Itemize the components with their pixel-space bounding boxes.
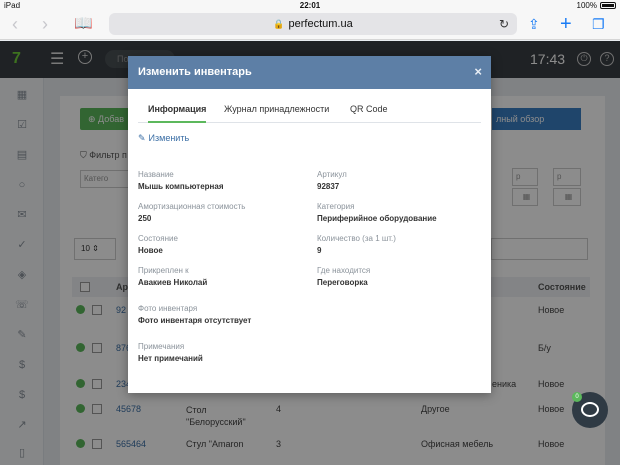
lock-icon: 🔒	[273, 19, 285, 29]
field-label: Категория	[317, 202, 355, 211]
pencil-icon: ✎	[138, 133, 146, 143]
new-tab-icon[interactable]: +	[560, 13, 572, 35]
bookmarks-icon[interactable]: 📖	[74, 13, 93, 35]
field-value: Периферийное оборудование	[317, 214, 437, 223]
field-notes: Примечания Нет примечаний	[138, 341, 303, 365]
edit-inventory-modal: Изменить инвентарь × Информация Журнал п…	[128, 56, 491, 393]
field-label: Амортизационная стоимость	[138, 202, 246, 211]
field-label: Примечания	[138, 342, 185, 351]
field-article: Артикул 92837	[317, 169, 482, 193]
field-value: Новое	[138, 246, 163, 255]
battery-percent: 100%	[576, 1, 597, 10]
url-text: perfectum.ua	[288, 18, 353, 30]
field-value: Фото инвентаря отсутствует	[138, 316, 252, 325]
field-location: Где находится Переговорка	[317, 265, 482, 289]
battery-icon	[600, 2, 616, 9]
edit-label: Изменить	[148, 133, 190, 143]
browser-toolbar: ‹ › 📖 🔒 perfectum.ua ↻ ⇪ + ❐	[0, 10, 620, 40]
status-time: 22:01	[299, 1, 321, 10]
modal-header: Изменить инвентарь ×	[128, 56, 491, 89]
ios-status-bar: iPad 22:01 100%	[0, 0, 620, 10]
field-label: Название	[138, 170, 174, 179]
field-value: 250	[138, 214, 152, 223]
field-category: Категория Периферийное оборудование	[317, 201, 482, 225]
field-condition: Состояние Новое	[138, 233, 303, 257]
field-value: Нет примечаний	[138, 354, 203, 363]
field-value: Авакиев Николай	[138, 278, 208, 287]
modal-title: Изменить инвентарь	[138, 66, 252, 78]
field-value: Мышь компьютерная	[138, 182, 224, 191]
field-depreciation: Амортизационная стоимость 250	[138, 201, 303, 225]
field-label: Количество (за 1 шт.)	[317, 234, 396, 243]
tabs-icon[interactable]: ❐	[592, 13, 605, 35]
field-attached-to: Прикреплен к Авакиев Николай	[138, 265, 303, 289]
battery-status: 100%	[577, 1, 616, 10]
tab-information[interactable]: Информация	[148, 101, 207, 123]
chat-badge: 0	[572, 392, 582, 402]
field-photo: Фото инвентаря Фото инвентаря отсутствуе…	[138, 303, 338, 327]
share-icon[interactable]: ⇪	[528, 13, 540, 35]
field-label: Фото инвентаря	[138, 304, 198, 313]
modal-tabs: Информация Журнал принадлежности QR Code	[138, 101, 481, 123]
field-label: Где находится	[317, 266, 371, 275]
field-value: 9	[317, 246, 322, 255]
back-icon[interactable]: ‹	[12, 14, 18, 34]
field-value: 92837	[317, 182, 340, 191]
reload-icon[interactable]: ↻	[499, 13, 509, 35]
tab-qr-code[interactable]: QR Code	[350, 101, 388, 123]
address-bar[interactable]: 🔒 perfectum.ua ↻	[109, 13, 517, 35]
field-value: Переговорка	[317, 278, 368, 287]
chat-bubble-icon	[581, 402, 599, 417]
chat-widget-button[interactable]: 0	[572, 392, 608, 428]
field-label: Артикул	[317, 170, 347, 179]
forward-icon[interactable]: ›	[42, 14, 48, 34]
tab-ownership-log[interactable]: Журнал принадлежности	[224, 101, 329, 123]
field-name: Название Мышь компьютерная	[138, 169, 303, 193]
field-label: Прикреплен к	[138, 266, 189, 275]
field-quantity: Количество (за 1 шт.) 9	[317, 233, 482, 257]
field-label: Состояние	[138, 234, 178, 243]
close-icon[interactable]: ×	[474, 64, 482, 79]
edit-link[interactable]: ✎ Изменить	[138, 133, 189, 144]
